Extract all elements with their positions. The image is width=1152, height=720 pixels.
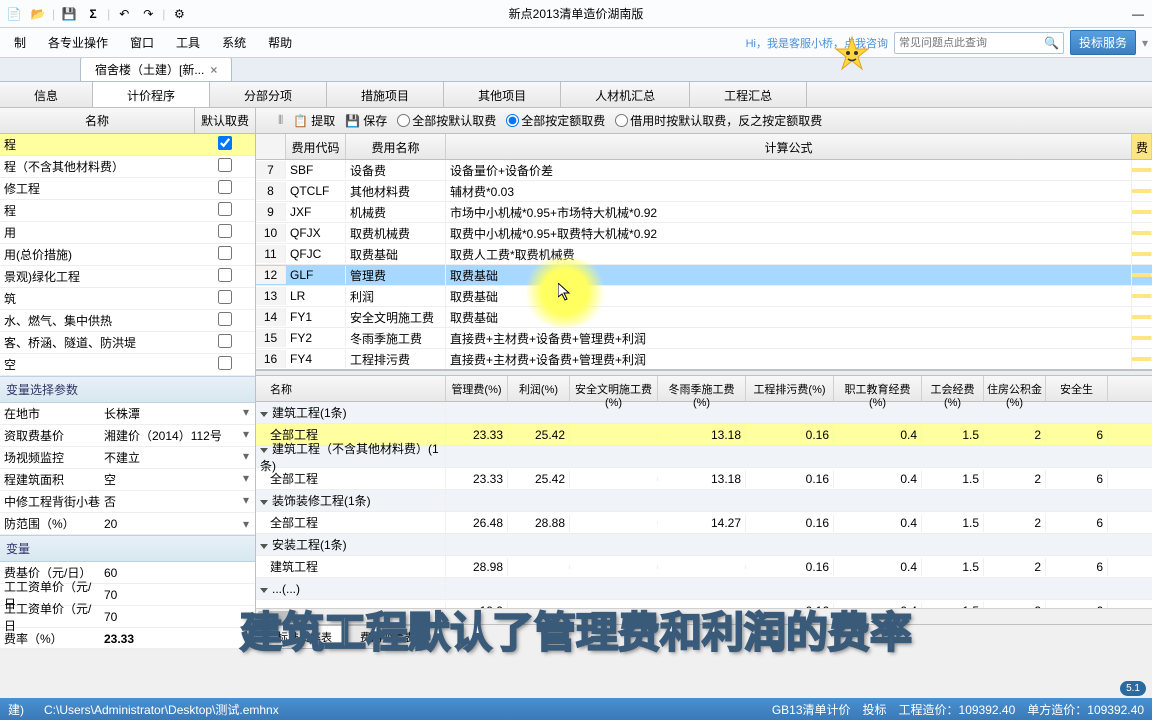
rate-row[interactable]: 建筑工程28.980.160.41.526 — [256, 556, 1152, 578]
search-input[interactable]: 🔍 — [894, 32, 1064, 54]
category-row[interactable]: 修工程 — [0, 178, 255, 200]
save-button[interactable]: 💾 保存 — [345, 112, 387, 129]
status-item: 单方造价：109392.40 — [1027, 701, 1144, 718]
param-row[interactable]: 资取费基价湘建价（2014）112号 — [0, 425, 255, 447]
rate-row[interactable]: 全部工程23.3325.4213.180.160.41.526 — [256, 468, 1152, 490]
category-row[interactable]: 空 — [0, 354, 255, 376]
lp-header-default: 默认取费 — [195, 108, 255, 133]
splitter-handle[interactable]: ⦀ — [278, 113, 283, 128]
category-row[interactable]: 程 — [0, 134, 255, 156]
main-tab-4[interactable]: 其他项目 — [444, 82, 561, 107]
main-tab-0[interactable]: 信息 — [0, 82, 93, 107]
category-row[interactable]: 水、燃气、集中供热 — [0, 310, 255, 332]
fee-row[interactable]: 14FY1安全文明施工费取费基础 — [256, 307, 1152, 328]
sigma-icon[interactable]: Σ — [83, 4, 103, 24]
category-row[interactable]: 景观)绿化工程 — [0, 266, 255, 288]
extract-button[interactable]: 📋 提取 — [293, 112, 335, 129]
rate-group-row[interactable]: 安装工程(1条) — [256, 534, 1152, 556]
main-tab-3[interactable]: 措施项目 — [327, 82, 444, 107]
param-section-header: 变量选择参数 — [0, 376, 255, 403]
rate-group-row[interactable]: ...(...) — [256, 578, 1152, 600]
fee-row[interactable]: 9JXF机械费市场中小机械*0.95+市场特大机械*0.92 — [256, 202, 1152, 223]
menu-工具[interactable]: 工具 — [166, 30, 210, 55]
rate-group-row[interactable]: 建筑工程（不含其他材料费）(1条) — [256, 446, 1152, 468]
lp-header-name: 名称 — [0, 108, 195, 133]
rate-row[interactable]: 全部工程26.4828.8814.270.160.41.526 — [256, 512, 1152, 534]
search-icon[interactable]: 🔍 — [1044, 36, 1059, 50]
category-row[interactable]: 用 — [0, 222, 255, 244]
new-icon[interactable]: 📄 — [4, 4, 24, 24]
param-row[interactable]: 在地市长株潭 — [0, 403, 255, 425]
fee-row[interactable]: 8QTCLF其他材料费辅材费*0.03 — [256, 181, 1152, 202]
default-fee-checkbox[interactable] — [218, 290, 232, 304]
default-fee-checkbox[interactable] — [218, 312, 232, 326]
fee-row[interactable]: 7SBF设备费设备量价+设备价差 — [256, 160, 1152, 181]
fee-row[interactable]: 13LR利润取费基础 — [256, 286, 1152, 307]
radio-borrow-fee[interactable]: 借用时按默认取费，反之按定额取费 — [615, 112, 822, 129]
close-tab-icon[interactable]: × — [210, 63, 217, 77]
main-tab-5[interactable]: 人材机汇总 — [561, 82, 690, 107]
param-row[interactable]: 场视频监控不建立 — [0, 447, 255, 469]
category-row[interactable]: 客、桥涵、隧道、防洪堤 — [0, 332, 255, 354]
default-fee-checkbox[interactable] — [218, 180, 232, 194]
param-section2-header: 变量 — [0, 535, 255, 562]
menu-帮助[interactable]: 帮助 — [258, 30, 302, 55]
status-left: 建) — [8, 701, 24, 718]
menu-各专业操作[interactable]: 各专业操作 — [38, 30, 118, 55]
radio-default-fee[interactable]: 全部按默认取费 — [397, 112, 496, 129]
default-fee-checkbox[interactable] — [218, 334, 232, 348]
fee-row[interactable]: 15FY2冬雨季施工费直接费+主材费+设备费+管理费+利润 — [256, 328, 1152, 349]
category-row[interactable]: 程 — [0, 200, 255, 222]
fee-row[interactable]: 16FY4工程排污费直接费+主材费+设备费+管理费+利润 — [256, 349, 1152, 370]
chevron-down-icon[interactable]: ▾ — [1142, 36, 1148, 50]
param-row[interactable]: 防范围（%）20 — [0, 513, 255, 535]
gear-icon[interactable]: ⚙ — [169, 4, 189, 24]
rate-group-row[interactable]: 装饰装修工程(1条) — [256, 490, 1152, 512]
param-row[interactable]: 中修工程背街小巷否 — [0, 491, 255, 513]
status-item: 投标 — [863, 701, 887, 718]
default-fee-checkbox[interactable] — [218, 202, 232, 216]
menu-系统[interactable]: 系统 — [212, 30, 256, 55]
default-fee-checkbox[interactable] — [218, 356, 232, 370]
bid-service-button[interactable]: 投标服务 — [1070, 30, 1136, 55]
main-tab-6[interactable]: 工程汇总 — [690, 82, 807, 107]
status-item: 工程造价：109392.40 — [899, 701, 1016, 718]
default-fee-checkbox[interactable] — [218, 246, 232, 260]
fee-row[interactable]: 10QFJX取费机械费取费中小机械*0.95+取费特大机械*0.92 — [256, 223, 1152, 244]
default-fee-checkbox[interactable] — [218, 268, 232, 282]
menu-窗口[interactable]: 窗口 — [120, 30, 164, 55]
fee-row[interactable]: 11QFJC取费基础取费人工费*取费机械费 — [256, 244, 1152, 265]
menu-制[interactable]: 制 — [4, 30, 36, 55]
param-row[interactable]: 费率（%）23.33 — [0, 628, 255, 650]
save-icon[interactable]: 💾 — [59, 4, 79, 24]
param-row[interactable]: 程建筑面积空 — [0, 469, 255, 491]
status-path: C:\Users\Administrator\Desktop\测试.emhnx — [44, 701, 279, 718]
param-row[interactable]: 工工资单价（元/日70 — [0, 606, 255, 628]
redo-icon[interactable]: ↷ — [138, 4, 158, 24]
mascot-icon — [832, 35, 872, 75]
default-fee-checkbox[interactable] — [218, 136, 232, 150]
main-tab-2[interactable]: 分部分项 — [210, 82, 327, 107]
undo-icon[interactable]: ↶ — [114, 4, 134, 24]
default-fee-checkbox[interactable] — [218, 224, 232, 238]
app-title: 新点2013清单造价湖南版 — [509, 5, 644, 22]
default-fee-checkbox[interactable] — [218, 158, 232, 172]
category-row[interactable]: 程（不含其他材料费） — [0, 156, 255, 178]
minimize-icon[interactable]: — — [1128, 4, 1148, 24]
radio-quota-fee[interactable]: 全部按定额取费 — [506, 112, 605, 129]
status-item: GB13清单计价 — [772, 701, 851, 718]
subtitle-overlay: 建筑工程默认了管理费和利润的费率 — [240, 599, 912, 660]
main-tab-1[interactable]: 计价程序 — [93, 82, 210, 107]
document-tab[interactable]: 宿舍楼（土建）[新... × — [80, 57, 232, 81]
open-icon[interactable]: 📂 — [28, 4, 48, 24]
fee-row[interactable]: 12GLF管理费取费基础 — [256, 265, 1152, 286]
version-badge: 5.1 — [1120, 681, 1146, 696]
category-row[interactable]: 筑 — [0, 288, 255, 310]
category-row[interactable]: 用(总价措施) — [0, 244, 255, 266]
